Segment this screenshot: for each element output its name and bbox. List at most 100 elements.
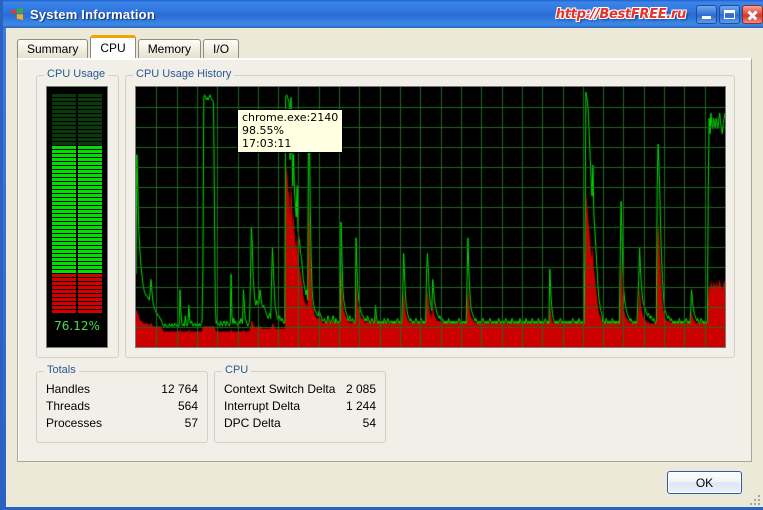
stat-row: DPC Delta 54 (224, 415, 376, 432)
gauge-segment-half (52, 286, 76, 289)
gauge-segment-half (78, 298, 102, 301)
gauge-segment-half (78, 126, 102, 129)
gauge-segment-half (52, 166, 76, 169)
gauge-segment (52, 106, 102, 109)
gauge-segment (52, 290, 102, 293)
gauge-segment-half (78, 118, 102, 121)
gauge-segment (52, 182, 102, 185)
gauge-segment (52, 130, 102, 133)
gauge-segment-half (78, 122, 102, 125)
totals-processes-value: 57 (184, 416, 198, 430)
gauge-segment (52, 254, 102, 257)
gauge-segment-half (52, 102, 76, 105)
gauge-segment (52, 270, 102, 273)
gauge-segment-half (78, 162, 102, 165)
gauge-segment-half (78, 226, 102, 229)
system-information-window: System Information http://BestFREE.ru Su… (0, 0, 763, 510)
gauge-segment-half (52, 226, 76, 229)
tab-cpu[interactable]: CPU (90, 35, 136, 58)
gauge-segment (52, 294, 102, 297)
gauge-segment-half (52, 138, 76, 141)
tab-io[interactable]: I/O (203, 39, 240, 58)
gauge-segment-half (52, 182, 76, 185)
gauge-segment-half (78, 182, 102, 185)
tab-io-label: I/O (213, 42, 230, 56)
gauge-segment-half (52, 258, 76, 261)
gauge-segment-half (78, 114, 102, 117)
gauge-segment-half (52, 310, 76, 313)
gauge-segment (52, 242, 102, 245)
cpu-interrupt-value: 1 244 (345, 399, 376, 413)
totals-handles-label: Handles (46, 382, 91, 396)
group-cpu-stats-title: CPU (222, 364, 252, 376)
tab-cpu-label: CPU (100, 41, 126, 55)
gauge-segment-half (52, 270, 76, 273)
gauge-segment-half (52, 266, 76, 269)
gauge-segment-half (52, 214, 76, 217)
cpu-history-canvas[interactable] (136, 87, 725, 347)
gauge-segment-half (78, 146, 102, 149)
gauge-segment (52, 278, 102, 281)
gauge-segment (52, 122, 102, 125)
gauge-segment-half (52, 234, 76, 237)
gauge-segment-half (78, 138, 102, 141)
gauge-segment (52, 210, 102, 213)
gauge-segment-half (78, 194, 102, 197)
gauge-segment (52, 246, 102, 249)
client-area: Summary CPU Memory I/O CPU Usage 76.12% … (6, 28, 763, 507)
gauge-segment-half (78, 154, 102, 157)
gauge-segment-half (52, 274, 76, 277)
gauge-segment-half (78, 142, 102, 145)
gauge-segment (52, 154, 102, 157)
gauge-segment (52, 298, 102, 301)
gauge-segment (52, 274, 102, 277)
gauge-segment-half (52, 158, 76, 161)
group-cpu-stats: CPU Context Switch Delta 2 085 Interrupt… (214, 364, 386, 443)
stat-row: Handles 12 764 (46, 381, 198, 398)
cpu-dpc-label: DPC Delta (224, 416, 281, 430)
tab-memory[interactable]: Memory (137, 39, 202, 58)
gauge-segment-half (78, 210, 102, 213)
gauge-segment (52, 302, 102, 305)
gauge-segment (52, 286, 102, 289)
gauge-segment-half (78, 170, 102, 173)
gauge-segment-half (78, 222, 102, 225)
gauge-segment-half (78, 258, 102, 261)
gauge-segment-half (52, 98, 76, 101)
gauge-segment (52, 150, 102, 153)
gauge-segment-half (52, 126, 76, 129)
close-button[interactable] (742, 4, 763, 24)
gauge-segment-half (52, 246, 76, 249)
gauge-segment (52, 110, 102, 113)
gauge-segment-half (52, 282, 76, 285)
ok-button[interactable]: OK (667, 471, 742, 494)
resize-grip-icon[interactable] (747, 492, 760, 505)
gauge-segment (52, 238, 102, 241)
gauge-segment (52, 166, 102, 169)
group-totals-title: Totals (44, 364, 79, 376)
gauge-segment-half (78, 134, 102, 137)
gauge-segment-half (52, 122, 76, 125)
gauge-segment-half (78, 98, 102, 101)
gauge-segment-half (52, 174, 76, 177)
gauge-segment-half (52, 190, 76, 193)
title-bar[interactable]: System Information http://BestFREE.ru (3, 0, 763, 28)
tab-summary[interactable]: Summary (17, 39, 89, 58)
gauge-segment-half (78, 198, 102, 201)
gauge-segment (52, 170, 102, 173)
gauge-segment (52, 222, 102, 225)
gauge-segment-half (52, 186, 76, 189)
maximize-button[interactable] (719, 4, 740, 24)
gauge-segment-half (52, 306, 76, 309)
gauge-segment-half (78, 94, 102, 97)
gauge-segment (52, 134, 102, 137)
close-icon (743, 6, 762, 23)
gauge-segment (52, 258, 102, 261)
gauge-segment (52, 250, 102, 253)
gauge-segment-half (78, 246, 102, 249)
cpu-history-chart[interactable] (135, 86, 726, 348)
tooltip-time: 17:03:11 (242, 137, 292, 150)
minimize-button[interactable] (696, 4, 717, 24)
gauge-segment-half (78, 186, 102, 189)
gauge-segment-half (52, 222, 76, 225)
